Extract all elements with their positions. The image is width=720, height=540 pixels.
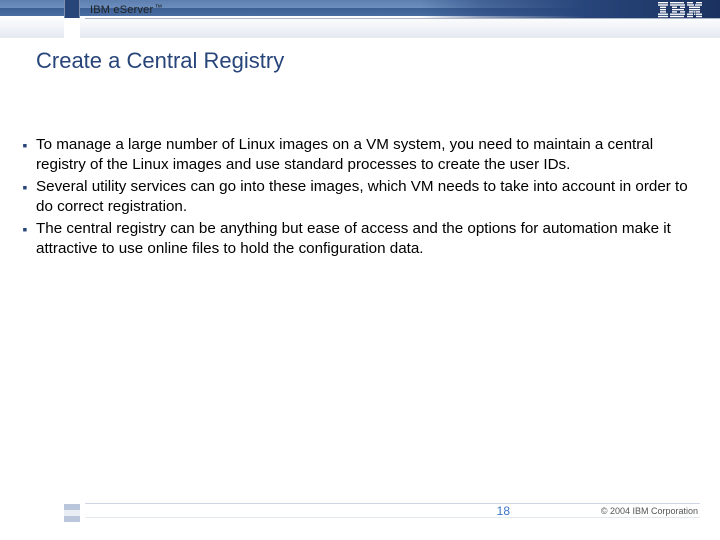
slide-footer: 18 © 2004 IBM Corporation bbox=[0, 498, 720, 528]
bullet-text: The central registry can be anything but… bbox=[36, 219, 692, 259]
bullet-marker-icon: ▪ bbox=[20, 219, 30, 239]
bullet-marker-icon: ▪ bbox=[20, 135, 30, 155]
brand-suffix: Server bbox=[120, 4, 154, 16]
trademark-symbol: ™ bbox=[154, 3, 162, 12]
bullet-text: To manage a large number of Linux images… bbox=[36, 135, 692, 175]
bullet-item: ▪ The central registry can be anything b… bbox=[20, 219, 692, 259]
footer-divider-top bbox=[85, 503, 700, 504]
bullet-item: ▪ Several utility services can go into t… bbox=[20, 177, 692, 217]
brand-text: IBM eServer™ bbox=[90, 4, 162, 16]
copyright-text: © 2004 IBM Corporation bbox=[601, 506, 698, 516]
slide-body: ▪ To manage a large number of Linux imag… bbox=[20, 135, 692, 261]
bullet-text: Several utility services can go into the… bbox=[36, 177, 692, 217]
slide-title: Create a Central Registry bbox=[36, 48, 284, 74]
header-divider bbox=[85, 18, 720, 19]
slide: IBM eServer™ bbox=[0, 0, 720, 540]
ibm-logo-icon bbox=[658, 2, 702, 23]
brand-prefix: IBM e bbox=[90, 4, 120, 16]
bullet-marker-icon: ▪ bbox=[20, 177, 30, 197]
footer-divider-bottom bbox=[85, 517, 700, 518]
bullet-item: ▪ To manage a large number of Linux imag… bbox=[20, 135, 692, 175]
page-number: 18 bbox=[497, 504, 510, 518]
header-accent-bar bbox=[64, 0, 80, 38]
slide-header: IBM eServer™ bbox=[0, 0, 720, 38]
footer-accent-bar bbox=[64, 504, 80, 522]
